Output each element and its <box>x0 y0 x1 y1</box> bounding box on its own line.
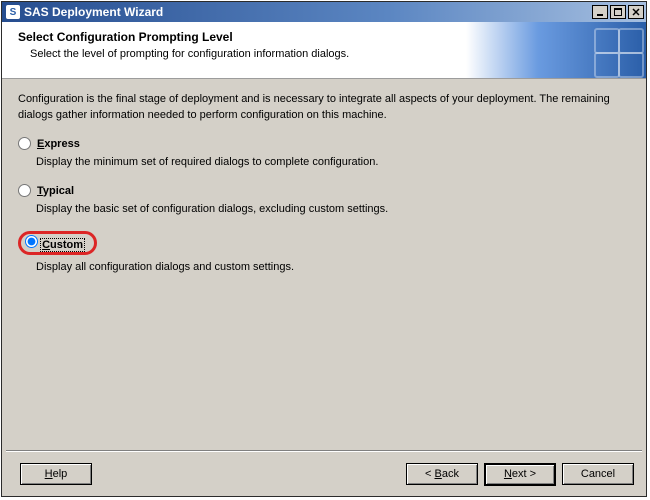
option-custom: Custom Display all configuration dialogs … <box>18 231 630 273</box>
option-custom-highlight: Custom <box>18 231 97 255</box>
page-title: Select Configuration Prompting Level <box>18 30 233 44</box>
option-custom-label[interactable]: Custom <box>41 239 84 251</box>
banner-decoration <box>466 22 646 78</box>
option-express: Express Display the minimum set of requir… <box>18 137 630 168</box>
option-typical: Typical Display the basic set of configur… <box>18 184 630 215</box>
wizard-window: S SAS Deployment Wizard Select Configura… <box>1 1 647 497</box>
back-button[interactable]: < Back <box>406 463 478 485</box>
help-button[interactable]: Help <box>20 463 92 485</box>
app-icon: S <box>6 5 20 19</box>
option-express-description: Display the minimum set of required dial… <box>36 156 630 168</box>
option-custom-description: Display all configuration dialogs and cu… <box>36 261 630 273</box>
option-typical-radio[interactable] <box>18 184 31 197</box>
window-controls <box>592 5 644 19</box>
content-area: Configuration is the final stage of depl… <box>2 79 646 450</box>
option-express-label[interactable]: Express <box>37 138 80 150</box>
option-typical-label[interactable]: Typical <box>37 185 74 197</box>
minimize-button[interactable] <box>592 5 608 19</box>
next-button[interactable]: Next > <box>484 463 556 486</box>
intro-text: Configuration is the final stage of depl… <box>18 91 630 123</box>
footer-buttons: Help < Back Next > Cancel <box>2 452 646 496</box>
option-custom-radio[interactable] <box>25 235 38 248</box>
maximize-button[interactable] <box>610 5 626 19</box>
title-bar: S SAS Deployment Wizard <box>2 2 646 22</box>
option-typical-description: Display the basic set of configuration d… <box>36 203 630 215</box>
option-express-radio[interactable] <box>18 137 31 150</box>
window-title: SAS Deployment Wizard <box>24 5 592 19</box>
header-banner: Select Configuration Prompting Level Sel… <box>2 22 646 79</box>
page-subtitle: Select the level of prompting for config… <box>30 48 349 60</box>
close-button[interactable] <box>628 5 644 19</box>
cancel-button[interactable]: Cancel <box>562 463 634 485</box>
